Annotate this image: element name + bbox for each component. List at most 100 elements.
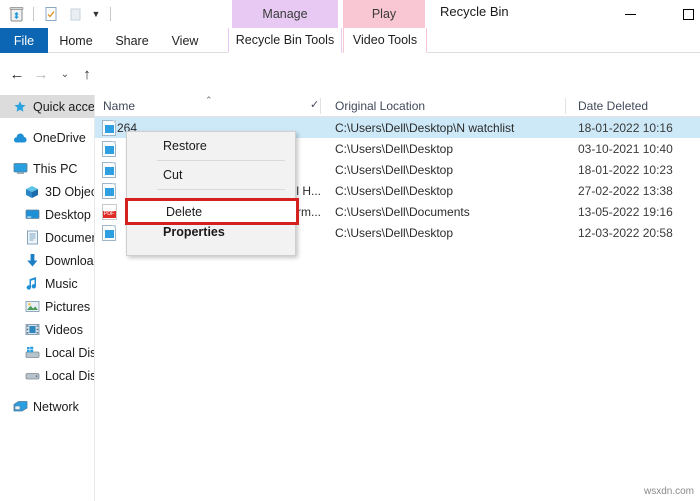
video-file-icon xyxy=(95,224,117,241)
file-original-location: C:\Users\Dell\Desktop xyxy=(335,141,454,156)
recent-locations-button[interactable]: ⌄ xyxy=(54,62,76,86)
sidebar-item-label: 3D Objects xyxy=(45,184,94,199)
column-header-name-label: Name xyxy=(103,99,136,113)
context-menu-item-cut[interactable]: Cut xyxy=(127,161,295,189)
sidebar-item-quick-access[interactable]: Quick access xyxy=(0,95,94,118)
sidebar-item-3d-objects[interactable]: 3D Objects xyxy=(0,180,94,203)
cube-icon xyxy=(24,184,40,200)
file-date-deleted: 18-01-2022 10:23 xyxy=(578,162,673,177)
tab-home[interactable]: Home xyxy=(48,28,104,53)
file-original-location: C:\Users\Dell\Desktop\N watchlist xyxy=(335,120,515,135)
maximize-icon xyxy=(682,8,694,20)
sidebar-item-desktop[interactable]: Desktop xyxy=(0,203,94,226)
contextual-tab-play[interactable]: Play xyxy=(343,0,425,28)
file-date-deleted: 27-02-2022 13:38 xyxy=(578,183,673,198)
tab-share[interactable]: Share xyxy=(104,28,160,53)
chevron-down-icon[interactable]: ▼ xyxy=(89,4,103,24)
video-file-icon xyxy=(95,140,117,157)
watermark: wsxdn.com xyxy=(643,486,694,497)
sidebar-item-local-disk-c[interactable]: Local Disk xyxy=(0,341,94,364)
context-menu-item-label: Cut xyxy=(163,168,183,182)
context-menu-item-restore[interactable]: Restore xyxy=(127,132,295,160)
sidebar-item-label: Pictures xyxy=(45,299,91,314)
file-original-location: C:\Users\Dell\Desktop xyxy=(335,162,454,177)
tab-recycle-bin-tools[interactable]: Recycle Bin Tools xyxy=(228,28,342,53)
file-date-deleted: 18-01-2022 10:16 xyxy=(578,120,673,135)
tab-file[interactable]: File xyxy=(0,28,48,53)
contextual-tab-manage-label: Manage xyxy=(262,7,308,21)
video-file-icon xyxy=(95,161,117,178)
tab-view-label: View xyxy=(171,33,199,48)
sidebar-item-label: Local Disk xyxy=(45,368,94,383)
column-divider-2[interactable] xyxy=(565,98,566,114)
download-arrow-icon xyxy=(24,253,40,269)
file-date-deleted: 13-05-2022 19:16 xyxy=(578,204,673,219)
cloud-icon xyxy=(12,130,28,146)
maximize-button[interactable] xyxy=(666,0,700,28)
sidebar-item-documents[interactable]: Documents xyxy=(0,226,94,249)
sidebar-item-label: Local Disk xyxy=(45,345,94,360)
context-menu[interactable]: Restore Cut Properties Delete xyxy=(125,131,299,256)
pdf-badge-label: PDF xyxy=(102,210,116,218)
column-header-original-location-label: Original Location xyxy=(335,99,426,113)
tab-home-label: Home xyxy=(59,33,93,48)
sidebar-item-music[interactable]: Music xyxy=(0,272,94,295)
qat-divider-2 xyxy=(110,7,111,21)
recycle-bin-icon[interactable] xyxy=(6,4,26,24)
monitor-icon xyxy=(12,161,28,177)
tab-file-label: File xyxy=(13,33,35,48)
address-bar-row: ← → ⌄ ↑ › Recycle Bin › I – P, Other ⌄ ↻… xyxy=(0,53,700,138)
minimize-button[interactable] xyxy=(608,0,652,28)
sidebar-item-local-disk-d[interactable]: Local Disk xyxy=(0,364,94,387)
column-header-date-deleted-label: Date Deleted xyxy=(578,99,649,113)
tab-video-tools[interactable]: Video Tools xyxy=(343,28,427,53)
back-button[interactable]: ← xyxy=(6,62,28,86)
context-menu-item-label: Restore xyxy=(163,139,207,153)
empty-recycle-bin-icon[interactable] xyxy=(65,4,85,24)
sidebar-item-this-pc[interactable]: This PC xyxy=(0,157,94,180)
sidebar-item-downloads[interactable]: Downloads xyxy=(0,249,94,272)
sidebar-item-label: Network xyxy=(33,399,79,414)
column-header-date-deleted[interactable]: Date Deleted xyxy=(570,95,700,117)
sidebar-item-label: Downloads xyxy=(45,253,94,268)
properties-icon[interactable] xyxy=(41,4,61,24)
navigation-pane[interactable]: Quick access OneDrive This PC 3D Objects xyxy=(0,95,95,501)
sidebar-item-label: Desktop xyxy=(45,207,91,222)
music-note-icon xyxy=(24,276,40,292)
film-icon xyxy=(24,322,40,338)
sidebar-item-videos[interactable]: Videos xyxy=(0,318,94,341)
sort-ascending-icon: ⌃ xyxy=(205,95,213,105)
star-icon xyxy=(12,99,28,115)
video-file-icon xyxy=(95,119,117,136)
desktop-icon xyxy=(24,207,40,223)
sidebar-item-network[interactable]: Network xyxy=(0,395,94,418)
windows-drive-icon xyxy=(24,345,40,361)
drive-icon xyxy=(24,368,40,384)
sidebar-item-pictures[interactable]: Pictures xyxy=(0,295,94,318)
tab-share-label: Share xyxy=(115,33,149,48)
file-date-deleted: 03-10-2021 10:40 xyxy=(578,141,673,156)
file-original-location: C:\Users\Dell\Desktop xyxy=(335,225,454,240)
delete-highlight-box[interactable]: Delete xyxy=(125,198,299,225)
contextual-tab-manage[interactable]: Manage xyxy=(232,0,338,28)
column-header-name[interactable]: Name xyxy=(95,95,313,117)
sidebar-item-label: OneDrive xyxy=(33,130,86,145)
tab-video-tools-label: Video Tools xyxy=(352,33,418,47)
file-explorer-window: ▼ Manage Play Recycle Bin File Home Shar… xyxy=(0,0,700,501)
tab-view[interactable]: View xyxy=(160,28,210,53)
pdf-file-icon: PDF xyxy=(95,203,117,220)
forward-button[interactable]: → xyxy=(30,62,52,86)
sidebar-item-label: Videos xyxy=(45,322,83,337)
sidebar-item-onedrive[interactable]: OneDrive xyxy=(0,126,94,149)
column-header-original-location[interactable]: Original Location xyxy=(327,95,567,117)
up-button[interactable]: ↑ xyxy=(76,62,98,86)
quick-access-toolbar: ▼ xyxy=(6,2,114,26)
sidebar-item-label: This PC xyxy=(33,161,78,176)
contextual-tab-play-label: Play xyxy=(371,7,397,21)
network-icon xyxy=(12,399,28,415)
column-divider-1[interactable] xyxy=(320,98,321,114)
document-icon xyxy=(24,230,40,246)
ribbon-tab-strip: File Home Share View Recycle Bin Tools V… xyxy=(0,28,700,53)
